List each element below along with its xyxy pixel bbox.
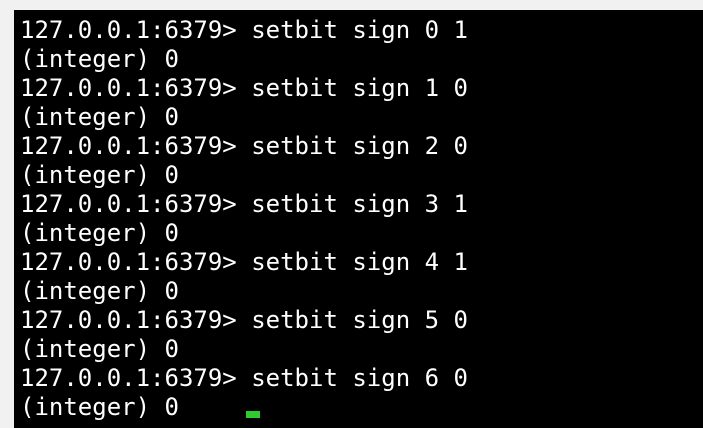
output-line: (integer) 0	[20, 393, 179, 421]
command-text: setbit sign 2 0	[251, 132, 468, 160]
output-line: (integer) 0	[20, 277, 179, 305]
prompt: 127.0.0.1:6379>	[20, 132, 237, 160]
text-cursor	[246, 411, 260, 418]
prompt: 127.0.0.1:6379>	[20, 74, 237, 102]
command-line: 127.0.0.1:6379> setbit sign 0 1	[20, 16, 703, 45]
prompt: 127.0.0.1:6379>	[20, 190, 237, 218]
command-line: 127.0.0.1:6379> setbit sign 4 1	[20, 248, 703, 277]
command-line: 127.0.0.1:6379> setbit sign 3 1	[20, 190, 703, 219]
output-line: (integer) 0	[20, 45, 179, 73]
command-text: setbit sign 6 0	[251, 364, 468, 392]
prompt: 127.0.0.1:6379>	[20, 306, 237, 334]
prompt: 127.0.0.1:6379>	[20, 364, 237, 392]
output-line: (integer) 0	[20, 103, 179, 131]
command-line: 127.0.0.1:6379> setbit sign 5 0	[20, 306, 703, 335]
prompt: 127.0.0.1:6379>	[20, 16, 237, 44]
output-line: (integer) 0	[20, 161, 179, 189]
output-line: (integer) 0	[20, 335, 179, 363]
command-text: setbit sign 3 1	[251, 190, 468, 218]
prompt: 127.0.0.1:6379>	[20, 248, 237, 276]
screenshot-frame: 127.0.0.1:6379> setbit sign 0 1 (integer…	[0, 0, 703, 428]
command-line: 127.0.0.1:6379> setbit sign 1 0	[20, 74, 703, 103]
terminal-window[interactable]: 127.0.0.1:6379> setbit sign 0 1 (integer…	[14, 10, 703, 428]
command-line: 127.0.0.1:6379> setbit sign 2 0	[20, 132, 703, 161]
command-text: setbit sign 0 1	[251, 16, 468, 44]
output-line: (integer) 0	[20, 219, 179, 247]
command-text: setbit sign 4 1	[251, 248, 468, 276]
command-text: setbit sign 1 0	[251, 74, 468, 102]
command-line: 127.0.0.1:6379> setbit sign 6 0	[20, 364, 703, 393]
command-text: setbit sign 5 0	[251, 306, 468, 334]
